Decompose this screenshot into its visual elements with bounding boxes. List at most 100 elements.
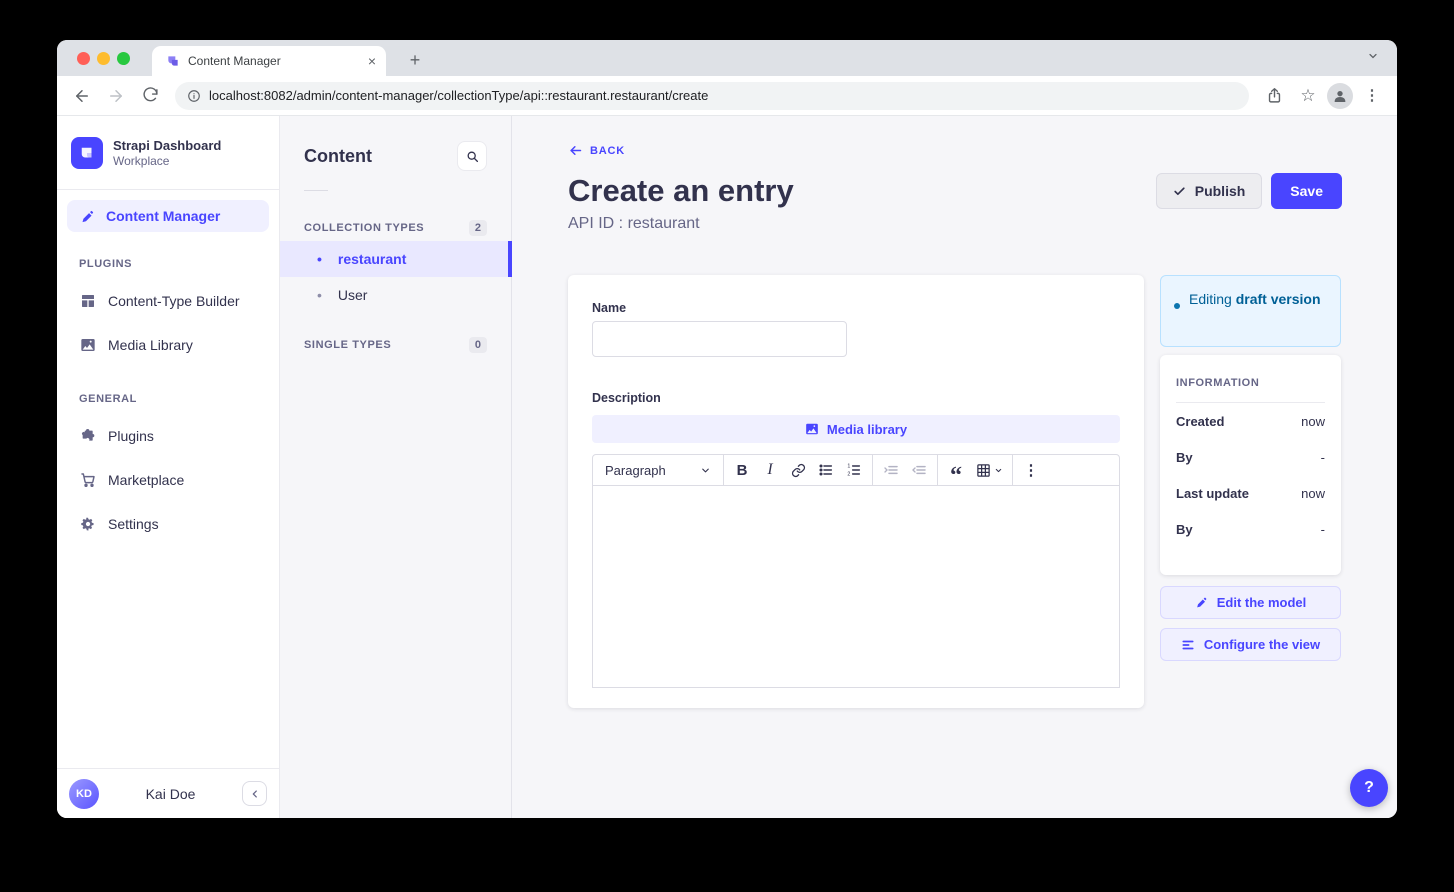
configure-view-button[interactable]: Configure the view (1160, 628, 1341, 661)
share-icon[interactable] (1259, 81, 1289, 111)
user-name: Kai Doe (99, 786, 242, 802)
strapi-logo-icon (71, 137, 103, 169)
collection-types-header: COLLECTION TYPES 2 (280, 220, 511, 236)
sidebar-item-content-type-builder[interactable]: Content-Type Builder (67, 279, 269, 323)
sidebar-item-label: Marketplace (108, 472, 184, 488)
search-button[interactable] (457, 141, 487, 171)
sidebar-footer: KD Kai Doe (57, 768, 279, 818)
new-tab-button[interactable]: + (402, 47, 428, 73)
media-library-button[interactable]: Media library (592, 415, 1120, 443)
bookmark-star-icon[interactable]: ☆ (1293, 81, 1323, 111)
layout-grid-icon (79, 293, 96, 309)
divider (872, 455, 873, 485)
gear-icon (79, 516, 96, 532)
edit-model-button[interactable]: Edit the model (1160, 586, 1341, 619)
italic-button[interactable]: I (756, 456, 784, 484)
richtext-toolbar: Paragraph B I 12 (592, 454, 1120, 486)
info-row-updated-by: By- (1176, 511, 1325, 547)
sidebar-item-plugins[interactable]: Plugins (67, 414, 269, 458)
table-icon (976, 463, 991, 478)
strapi-favicon-icon (166, 54, 180, 68)
bullet-list-icon[interactable] (812, 456, 840, 484)
pen-icon (79, 209, 96, 224)
browser-tab-strip: Content Manager × + (57, 40, 1397, 76)
save-button[interactable]: Save (1271, 173, 1342, 209)
browser-tab[interactable]: Content Manager × (152, 46, 386, 76)
entry-form-card: Name Description Media library Paragraph (568, 275, 1144, 708)
api-id-subtitle: API ID : restaurant (568, 215, 1342, 233)
browser-profile-avatar[interactable] (1327, 83, 1353, 109)
subnav-item-user[interactable]: • User (280, 277, 511, 313)
info-row-created-by: By- (1176, 439, 1325, 475)
svg-text:2: 2 (847, 472, 850, 478)
collection-types-count-badge: 2 (469, 220, 487, 236)
divider (304, 190, 328, 191)
sidebar-collapse-button[interactable] (242, 781, 267, 806)
information-header: INFORMATION (1176, 377, 1325, 389)
bold-button[interactable]: B (728, 456, 756, 484)
window-minimize-button[interactable] (97, 52, 110, 65)
link-icon[interactable] (784, 456, 812, 484)
publish-button[interactable]: Publish (1156, 173, 1263, 209)
svg-text:1: 1 (847, 464, 850, 470)
divider (723, 455, 724, 485)
reload-icon[interactable] (135, 81, 165, 111)
entry-aside: Editing draft version INFORMATION Create… (1160, 275, 1341, 708)
sidebar-item-settings[interactable]: Settings (67, 502, 269, 546)
workspace-name: Workplace (113, 154, 221, 168)
pencil-icon (1195, 596, 1208, 609)
draft-status-text: Editing draft version (1189, 289, 1321, 346)
site-info-icon[interactable] (187, 89, 201, 103)
table-insert-button[interactable] (970, 456, 1008, 484)
sidebar-item-media-library[interactable]: Media Library (67, 323, 269, 367)
description-field-label: Description (592, 391, 1120, 405)
browser-menu-kebab-icon[interactable]: ⋮ (1357, 81, 1387, 111)
url-text: localhost:8082/admin/content-manager/col… (209, 88, 708, 103)
help-button[interactable]: ? (1350, 769, 1388, 807)
blockquote-icon[interactable]: “ (942, 456, 970, 484)
browser-toolbar: localhost:8082/admin/content-manager/col… (57, 76, 1397, 116)
workspace-switcher[interactable]: Strapi Dashboard Workplace (57, 116, 279, 190)
general-section-header: GENERAL (79, 393, 257, 405)
plugins-section-header: PLUGINS (79, 258, 257, 270)
sidebar-item-content-manager[interactable]: Content Manager (67, 200, 269, 232)
subnav-title: Content (304, 146, 372, 167)
sidebar-item-marketplace[interactable]: Marketplace (67, 458, 269, 502)
name-input[interactable] (592, 321, 847, 357)
main-content: BACK Create an entry Publish Save API ID… (512, 116, 1397, 818)
info-row-created: Creatednow (1176, 403, 1325, 439)
image-icon (79, 337, 96, 353)
divider (1012, 455, 1013, 485)
back-link[interactable]: BACK (568, 143, 625, 158)
divider (937, 455, 938, 485)
draft-status-box: Editing draft version (1160, 275, 1341, 347)
media-library-icon (805, 422, 819, 436)
user-avatar[interactable]: KD (69, 779, 99, 809)
single-types-count-badge: 0 (469, 337, 487, 353)
back-nav-icon[interactable] (67, 81, 97, 111)
info-row-last-update: Last updatenow (1176, 475, 1325, 511)
tab-title: Content Manager (188, 54, 360, 68)
sidebar-item-label: Content Manager (106, 208, 220, 224)
puzzle-icon (79, 428, 96, 444)
paragraph-style-select[interactable]: Paragraph (597, 463, 719, 478)
forward-nav-icon (101, 81, 131, 111)
single-types-header: SINGLE TYPES 0 (280, 337, 511, 353)
status-dot-icon (1174, 303, 1180, 309)
tab-search-chevron-icon[interactable] (1367, 50, 1379, 62)
strapi-app: Strapi Dashboard Workplace Content Manag… (57, 116, 1397, 818)
url-bar[interactable]: localhost:8082/admin/content-manager/col… (175, 82, 1249, 110)
tab-close-icon[interactable]: × (368, 54, 376, 68)
window-close-button[interactable] (77, 52, 90, 65)
numbered-list-icon[interactable]: 12 (840, 456, 868, 484)
description-editor-area[interactable] (592, 486, 1120, 688)
more-options-kebab-icon[interactable]: ⋮ (1017, 456, 1045, 484)
sidebar-item-label: Content-Type Builder (108, 293, 240, 309)
bullet-icon: • (317, 287, 322, 303)
window-zoom-button[interactable] (117, 52, 130, 65)
cart-icon (79, 472, 96, 488)
content-subnav: Content COLLECTION TYPES 2 • restaurant (280, 116, 512, 818)
subnav-item-restaurant[interactable]: • restaurant (280, 241, 511, 277)
name-field-label: Name (592, 301, 1120, 315)
information-panel: INFORMATION Creatednow By- Last updateno… (1160, 355, 1341, 575)
